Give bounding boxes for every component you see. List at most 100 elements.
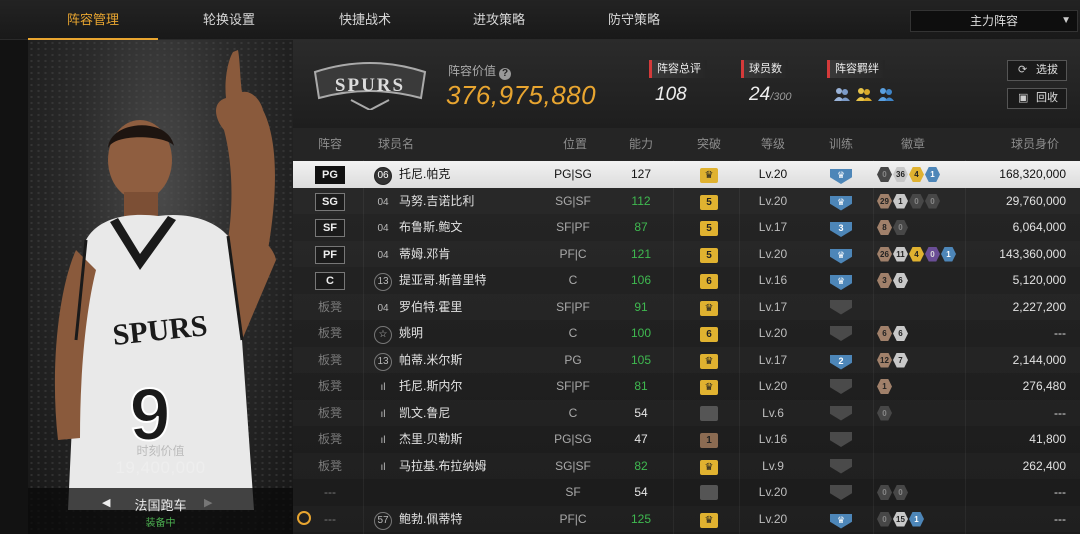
jersey-cell: 06 — [373, 161, 393, 187]
lineup-dropdown[interactable]: 主力阵容 ▼ — [910, 10, 1078, 32]
player-position: PG|SG — [554, 167, 592, 181]
table-row[interactable]: 板凳 04 罗伯特.霍里 SF|PF 91 ♛ Lv.17 2,227,200 — [293, 294, 1080, 321]
select-players-button[interactable]: ⟳ 选拔 — [1007, 60, 1067, 81]
jersey-cell: ıl — [373, 373, 393, 399]
player-position: SF|PF — [556, 379, 590, 393]
badge-hex-icon: 15 — [893, 511, 908, 527]
table-row[interactable]: 板凳 ıl 托尼.斯内尔 SF|PF 81 ♛ Lv.20 1 276,480 — [293, 373, 1080, 400]
training-shield-icon — [830, 326, 852, 341]
player-name: 帕蒂.米尔斯 — [399, 352, 463, 367]
recycle-button[interactable]: ▣ 回收 — [1007, 88, 1067, 109]
training-cell: 2 — [823, 347, 859, 373]
player-salary: 262,400 — [1022, 458, 1066, 473]
badge-hex-icon: 7 — [893, 352, 908, 368]
skin-prev-arrow-icon[interactable]: ◀ — [102, 496, 110, 509]
players-label: 球员数 — [741, 60, 788, 78]
lineup-slot: 板凳 — [315, 373, 345, 399]
crown-icon: ♛ — [700, 512, 718, 528]
tab-offense-strategy[interactable]: 进攻策略 — [434, 0, 564, 40]
rank-bars-icon: ıl — [380, 408, 386, 420]
chevron-down-icon: ▼ — [1061, 15, 1071, 26]
badge-hex-icon: 0 — [893, 485, 908, 500]
table-row[interactable]: 板凳 ıl 凯文.鲁尼 C 54 Lv.6 0 --- — [293, 400, 1080, 427]
col-lineup[interactable]: 阵容 — [309, 128, 351, 160]
player-ability: 105 — [630, 352, 652, 367]
badge-hex-icon: 4 — [909, 167, 924, 182]
badges-cell: 80 — [877, 214, 967, 240]
lineup-slot-label: 板凳 — [317, 352, 342, 367]
table-row[interactable]: 板凳 13 帕蒂.米尔斯 PG 105 ♛ Lv.17 2 12 7 2,144,000 — [293, 347, 1080, 374]
tab-quick-tactics[interactable]: 快捷战术 — [300, 0, 430, 40]
player-name: 马拉基.布拉纳姆 — [399, 458, 487, 473]
jersey-number: 06 — [374, 167, 392, 185]
jersey-number: 04 — [377, 223, 389, 234]
training-shield-icon: ♛ — [830, 248, 852, 264]
player-position: SF|PF — [556, 299, 590, 314]
player-salary: 29,760,000 — [1005, 193, 1066, 208]
breakthrough-cell: 5 — [691, 188, 727, 214]
col-name[interactable]: 球员名 — [375, 128, 417, 160]
col-training[interactable]: 训练 — [821, 128, 861, 160]
table-row[interactable]: --- 57 鲍勃.佩蒂特 PF|C 125 ♛ Lv.20 ♛ 0 15 1 --- — [293, 506, 1080, 533]
lineup-slot-label: SG — [315, 192, 345, 211]
player-position: SG|SF — [555, 193, 591, 208]
badges-cell: 26 11 4 0 1 — [877, 241, 967, 267]
breakthrough-cell: ♛ — [691, 373, 727, 399]
bond-group-gold-icon — [856, 88, 872, 101]
lineup-slot: SG — [315, 188, 345, 214]
player-position: SG|SF — [555, 458, 591, 473]
alarm-icon — [297, 510, 311, 525]
table-row[interactable]: PG 06 托尼.帕克 PG|SG 127 ♛ Lv.20 ♛ 0 36 4 1 168,320,000 — [293, 161, 1080, 188]
lineup-slot-label: 板凳 — [317, 432, 342, 446]
skin-next-arrow-icon[interactable]: ▶ — [204, 496, 212, 509]
badge-hex-icon: 4 — [909, 246, 924, 262]
training-cell — [823, 373, 859, 399]
table-row[interactable]: PF 04 蒂姆.邓肯 PF|C 121 5 Lv.20 ♛ 26 11 4 0 1 143,360,00… — [293, 241, 1080, 268]
table-row[interactable]: 板凳 ☆ 姚明 C 100 6 Lv.20 6 6 --- — [293, 320, 1080, 347]
breakthrough-cell: ♛ — [691, 506, 727, 532]
table-row[interactable]: 板凳 ıl 杰里.贝勒斯 PG|SG 47 1 Lv.16 41,800 — [293, 426, 1080, 453]
help-icon[interactable]: ? — [499, 68, 512, 80]
lineup-slot: C — [315, 267, 345, 293]
badge-hex-icon: 1 — [909, 511, 924, 527]
table-row[interactable]: SF 04 布鲁斯.鲍文 SF|PF 87 5 Lv.17 3 8 0 6,064,000 — [293, 214, 1080, 241]
badges-cell — [877, 426, 967, 452]
table-row[interactable]: SG 04 马努.吉诺比利 SG|SF 112 5 Lv.20 ♛ 29 1 0 0 29,760,00… — [293, 188, 1080, 215]
table-row[interactable]: C 13 提亚哥.斯普里特 C 106 6 Lv.16 ♛ 3 6 5,120,000 — [293, 267, 1080, 294]
tab-lineup-management[interactable]: 阵容管理 — [28, 0, 158, 40]
col-salary[interactable]: 球员身价 — [1003, 128, 1067, 160]
player-salary: --- — [1054, 405, 1066, 420]
bond-icons[interactable] — [833, 86, 895, 102]
table-row[interactable]: --- SF 54 Lv.20 0 0 --- — [293, 479, 1080, 506]
col-level[interactable]: 等级 — [753, 128, 793, 160]
player-ability: 54 — [634, 485, 648, 499]
player-name: 布鲁斯.鲍文 — [399, 220, 463, 234]
moment-value-caption: 时刻价值 — [136, 444, 185, 458]
table-row[interactable]: 板凳 ıl 马拉基.布拉纳姆 SG|SF 82 ♛ Lv.9 262,400 — [293, 453, 1080, 480]
tab-defense-strategy[interactable]: 防守策略 — [569, 0, 699, 40]
badge-hex-icon: 11 — [893, 246, 908, 262]
col-breakthrough[interactable]: 突破 — [689, 128, 729, 160]
jersey-cell — [373, 479, 393, 505]
badge-hex-icon: 0 — [877, 511, 892, 527]
jersey-number: 13 — [374, 352, 392, 371]
player-position: PG|SG — [554, 432, 592, 446]
col-badges[interactable]: 徽章 — [893, 128, 933, 160]
badge-hex-icon: 1 — [925, 167, 940, 182]
tab-rotation-settings[interactable]: 轮换设置 — [164, 0, 294, 40]
skin-selector: ◀ 法国跑车 装备中 ▶ — [28, 488, 293, 534]
badges-cell: 36 — [877, 267, 967, 293]
jersey-cell: ıl — [373, 400, 393, 426]
player-position: SF — [565, 485, 581, 499]
lineup-slot: SF — [315, 214, 345, 240]
col-ability[interactable]: 能力 — [621, 128, 661, 160]
jersey-cell: 13 — [373, 267, 393, 293]
badges-cell — [877, 294, 967, 320]
badges-cell: 29 1 0 0 — [877, 188, 967, 214]
col-position[interactable]: 位置 — [555, 128, 595, 160]
player-ability: 87 — [634, 220, 648, 234]
rank-bars-icon: ıl — [380, 435, 386, 446]
player-level: Lv.17 — [758, 352, 788, 367]
badge-hex-icon: 26 — [877, 246, 892, 262]
badge-hex-icon: 0 — [877, 405, 892, 421]
